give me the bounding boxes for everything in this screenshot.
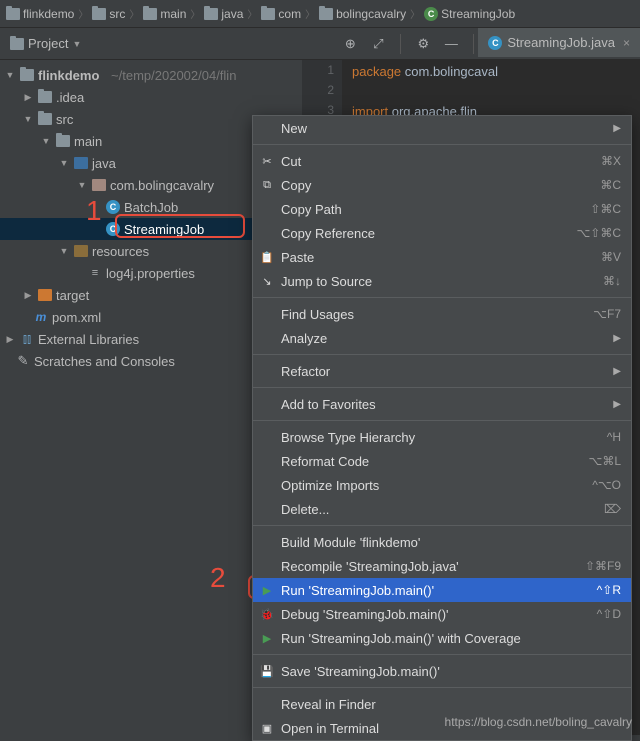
code-content: package com.bolingcaval import org.apach… xyxy=(302,60,640,122)
class-icon: C xyxy=(106,200,120,214)
menu-optimize[interactable]: Optimize Imports^⌥O xyxy=(253,473,631,497)
folder-icon xyxy=(261,8,275,20)
chevron-down-icon: ▼ xyxy=(72,39,81,49)
menu-copy[interactable]: ⧉Copy⌘C xyxy=(253,173,631,197)
bc-boling[interactable]: bolingcavalry xyxy=(319,7,406,21)
bc-root[interactable]: flinkdemo xyxy=(6,7,74,21)
menu-copy-ref[interactable]: Copy Reference⌥⇧⌘C xyxy=(253,221,631,245)
menu-paste[interactable]: 📋Paste⌘V xyxy=(253,245,631,269)
hide-icon[interactable]: — xyxy=(441,34,461,54)
bc-class[interactable]: CStreamingJob xyxy=(424,7,515,21)
menu-analyze[interactable]: Analyze▶ xyxy=(253,326,631,350)
folder-icon xyxy=(38,91,52,103)
menu-reveal[interactable]: Reveal in Finder xyxy=(253,692,631,716)
menu-debug[interactable]: 🐞Debug 'StreamingJob.main()'^⇧D xyxy=(253,602,631,626)
menu-reformat[interactable]: Reformat Code⌥⌘L xyxy=(253,449,631,473)
editor-tab-streamingjob[interactable]: C StreamingJob.java × xyxy=(478,28,640,59)
target-folder-icon xyxy=(38,289,52,301)
jump-icon: ↘ xyxy=(259,273,275,289)
annotation-2: 2 xyxy=(210,562,226,594)
library-icon: ⫾⫾ xyxy=(20,332,34,346)
menu-delete[interactable]: Delete...⌦ xyxy=(253,497,631,521)
bc-com[interactable]: com xyxy=(261,7,301,21)
menu-copy-path[interactable]: Copy Path⇧⌘C xyxy=(253,197,631,221)
collapse-icon[interactable]: ⤢ xyxy=(368,34,388,54)
scratch-icon: ✎ xyxy=(16,354,30,368)
context-menu: New▶ ✂Cut⌘X ⧉Copy⌘C Copy Path⇧⌘C Copy Re… xyxy=(252,115,632,741)
close-icon[interactable]: × xyxy=(623,36,630,50)
cut-icon: ✂ xyxy=(259,153,275,169)
bc-java[interactable]: java xyxy=(204,7,243,21)
menu-find-usages[interactable]: Find Usages⌥F7 xyxy=(253,302,631,326)
watermark: https://blog.csdn.net/boling_cavalry xyxy=(445,715,632,729)
folder-icon xyxy=(38,113,52,125)
project-icon xyxy=(10,38,24,50)
paste-icon: 📋 xyxy=(259,249,275,265)
gear-icon[interactable]: ⚙ xyxy=(413,34,433,54)
menu-recompile[interactable]: Recompile 'StreamingJob.java'⇧⌘F9 xyxy=(253,554,631,578)
folder-icon xyxy=(6,8,20,20)
folder-icon xyxy=(204,8,218,20)
properties-icon: ≡ xyxy=(88,266,102,280)
menu-cut[interactable]: ✂Cut⌘X xyxy=(253,149,631,173)
tree-idea[interactable]: .idea xyxy=(0,86,302,108)
menu-hierarchy[interactable]: Browse Type Hierarchy^H xyxy=(253,425,631,449)
package-icon xyxy=(92,179,106,191)
play-icon: ▶ xyxy=(259,582,275,598)
coverage-icon: ▶ xyxy=(259,630,275,646)
module-icon xyxy=(20,69,34,81)
menu-refactor[interactable]: Refactor▶ xyxy=(253,359,631,383)
bc-src[interactable]: src xyxy=(92,7,125,21)
menu-favorites[interactable]: Add to Favorites▶ xyxy=(253,392,631,416)
menu-build[interactable]: Build Module 'flinkdemo' xyxy=(253,530,631,554)
class-icon: C xyxy=(424,7,438,21)
save-icon: 💾 xyxy=(259,663,275,679)
maven-icon: m xyxy=(34,310,48,324)
copy-icon: ⧉ xyxy=(259,177,275,193)
bc-main[interactable]: main xyxy=(143,7,186,21)
toolbar: Project ▼ ⊕ ⤢ ⚙ — C StreamingJob.java × xyxy=(0,28,640,60)
menu-new[interactable]: New▶ xyxy=(253,116,631,140)
breadcrumb-bar: flinkdemo〉 src〉 main〉 java〉 com〉 bolingc… xyxy=(0,0,640,28)
locate-icon[interactable]: ⊕ xyxy=(340,34,360,54)
project-tool-button[interactable]: Project ▼ xyxy=(0,28,91,59)
bug-icon: 🐞 xyxy=(259,606,275,622)
menu-jump[interactable]: ↘Jump to Source⌘↓ xyxy=(253,269,631,293)
terminal-icon: ▣ xyxy=(259,720,275,736)
resources-folder-icon xyxy=(74,245,88,257)
folder-icon xyxy=(56,135,70,147)
folder-icon xyxy=(92,8,106,20)
folder-icon xyxy=(143,8,157,20)
class-icon: C xyxy=(488,36,502,50)
menu-coverage[interactable]: ▶Run 'StreamingJob.main()' with Coverage xyxy=(253,626,631,650)
tree-root[interactable]: flinkdemo ~/temp/202002/04/flin xyxy=(0,64,302,86)
folder-icon xyxy=(319,8,333,20)
annotation-1: 1 xyxy=(86,195,102,227)
menu-run[interactable]: ▶Run 'StreamingJob.main()'^⇧R xyxy=(253,578,631,602)
source-folder-icon xyxy=(74,157,88,169)
menu-save-config[interactable]: 💾Save 'StreamingJob.main()' xyxy=(253,659,631,683)
class-icon: C xyxy=(106,222,120,236)
